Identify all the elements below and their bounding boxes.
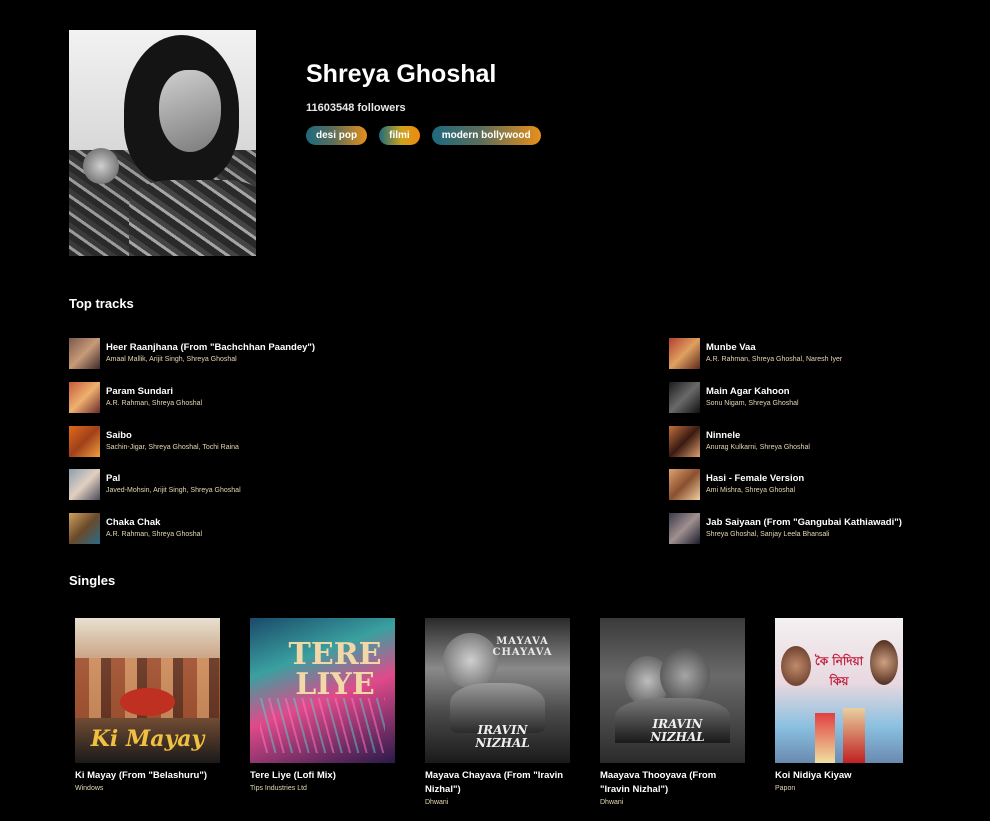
track-artists: Amaal Mallik, Arijit Singh, Shreya Ghosh… (106, 356, 237, 363)
track-item[interactable]: Chaka Chak A.R. Rahman, Shreya Ghoshal (69, 513, 202, 544)
track-thumbnail (69, 382, 100, 413)
track-item[interactable]: Hasi - Female Version Ami Mishra, Shreya… (669, 469, 804, 500)
followers-count: 11603548 followers (306, 102, 406, 114)
track-item[interactable]: Jab Saiyaan (From "Gangubai Kathiawadi")… (669, 513, 902, 544)
artist-photo (69, 30, 256, 256)
single-title: Mayava Chayava (From "Iravin Nizhal") (425, 770, 564, 795)
single-cover: Ki Mayay (75, 618, 220, 763)
track-thumbnail (669, 382, 700, 413)
track-thumbnail (69, 469, 100, 500)
singles-heading: Singles (69, 573, 116, 588)
track-artists: Sonu Nigam, Shreya Ghoshal (706, 400, 799, 407)
track-item[interactable]: Munbe Vaa A.R. Rahman, Shreya Ghoshal, N… (669, 338, 842, 369)
track-item[interactable]: Param Sundari A.R. Rahman, Shreya Ghosha… (69, 382, 202, 413)
genre-pill[interactable]: filmi (379, 126, 420, 145)
track-item[interactable]: Pal Javed-Mohsin, Arijit Singh, Shreya G… (69, 469, 241, 500)
single-cover: কৈ নিদিয়া কিয় (775, 618, 903, 763)
track-thumbnail (69, 426, 100, 457)
track-thumbnail (669, 426, 700, 457)
single-title: Tere Liye (Lofi Mix) (250, 770, 336, 781)
track-thumbnail (669, 469, 700, 500)
track-title: Ninnele (706, 430, 741, 441)
artist-name: Shreya Ghoshal (306, 60, 497, 88)
track-artists: A.R. Rahman, Shreya Ghoshal (106, 531, 203, 538)
track-title: Jab Saiyaan (From "Gangubai Kathiawadi") (706, 517, 902, 528)
single-cover: IRAVIN NIZHAL (600, 618, 745, 763)
track-thumbnail (669, 338, 700, 369)
track-thumbnail (69, 338, 100, 369)
track-item[interactable]: Main Agar Kahoon Sonu Nigam, Shreya Ghos… (669, 382, 799, 413)
track-artists: Javed-Mohsin, Arijit Singh, Shreya Ghosh… (106, 487, 241, 494)
single-label: Tips Industries Ltd (250, 785, 307, 792)
track-title: Chaka Chak (106, 517, 161, 528)
single-title: Ki Mayay (From "Belashuru") (75, 770, 208, 781)
track-artists: Ami Mishra, Shreya Ghoshal (706, 487, 796, 494)
track-item[interactable]: Saibo Sachin-Jigar, Shreya Ghoshal, Toch… (69, 426, 239, 457)
cover-title: কৈ নিদিয়া কিয় (814, 654, 864, 688)
single-card[interactable]: TERE LIYE Tere Liye (Lofi Mix) Tips Indu… (250, 618, 395, 795)
single-card[interactable]: IRAVIN NIZHAL Maayava Thooyava (From "Ir… (600, 618, 745, 809)
single-title: Maayava Thooyava (From "Iravin Nizhal") (600, 770, 717, 795)
single-label: Windows (75, 785, 104, 792)
track-artists: A.R. Rahman, Shreya Ghoshal, Naresh Iyer (706, 356, 843, 363)
track-title: Saibo (106, 430, 132, 441)
track-title: Munbe Vaa (706, 342, 756, 353)
single-cover: TERE LIYE (250, 618, 395, 763)
genre-pill[interactable]: desi pop (306, 126, 368, 145)
single-card[interactable]: MAYAVA CHAYAVA IRAVIN NIZHAL Mayava Chay… (425, 618, 570, 809)
cover-title: IRAVIN NIZHAL (650, 717, 705, 744)
track-title: Main Agar Kahoon (706, 386, 790, 397)
cover-title: TERE LIYE (288, 637, 382, 702)
single-label: Papon (775, 785, 796, 792)
track-title: Pal (106, 473, 121, 484)
track-item[interactable]: Heer Raanjhana (From "Bachchhan Paandey"… (69, 338, 315, 369)
track-title: Heer Raanjhana (From "Bachchhan Paandey"… (106, 342, 316, 353)
single-label: Dhwani (600, 799, 624, 806)
track-artists: A.R. Rahman, Shreya Ghoshal (106, 400, 203, 407)
track-thumbnail (669, 513, 700, 544)
track-title: Hasi - Female Version (706, 473, 805, 484)
single-label: Dhwani (425, 799, 449, 806)
genre-pill[interactable]: modern bollywood (431, 126, 541, 145)
single-title: Koi Nidiya Kiyaw (775, 770, 852, 781)
track-artists: Anurag Kulkarni, Shreya Ghoshal (706, 444, 810, 451)
cover-title: Ki Mayay (90, 726, 205, 752)
single-card[interactable]: কৈ নিদিয়া কিয় Koi Nidiya Kiyaw Papon (775, 618, 903, 795)
track-item[interactable]: Ninnele Anurag Kulkarni, Shreya Ghoshal (669, 426, 810, 457)
genre-list: desi pop filmi modern bollywood (306, 126, 541, 145)
track-artists: Sachin-Jigar, Shreya Ghoshal, Tochi Rain… (106, 444, 239, 451)
track-title: Param Sundari (106, 386, 174, 397)
single-card[interactable]: Ki Mayay Ki Mayay (From "Belashuru") Win… (75, 618, 220, 795)
track-thumbnail (69, 513, 100, 544)
track-artists: Shreya Ghoshal, Sanjay Leela Bhansali (706, 531, 830, 538)
top-tracks-heading: Top tracks (69, 296, 134, 311)
cover-subtitle: MAYAVA CHAYAVA (492, 636, 553, 658)
single-cover: MAYAVA CHAYAVA IRAVIN NIZHAL (425, 618, 570, 763)
cover-title: IRAVIN NIZHAL (475, 723, 530, 750)
